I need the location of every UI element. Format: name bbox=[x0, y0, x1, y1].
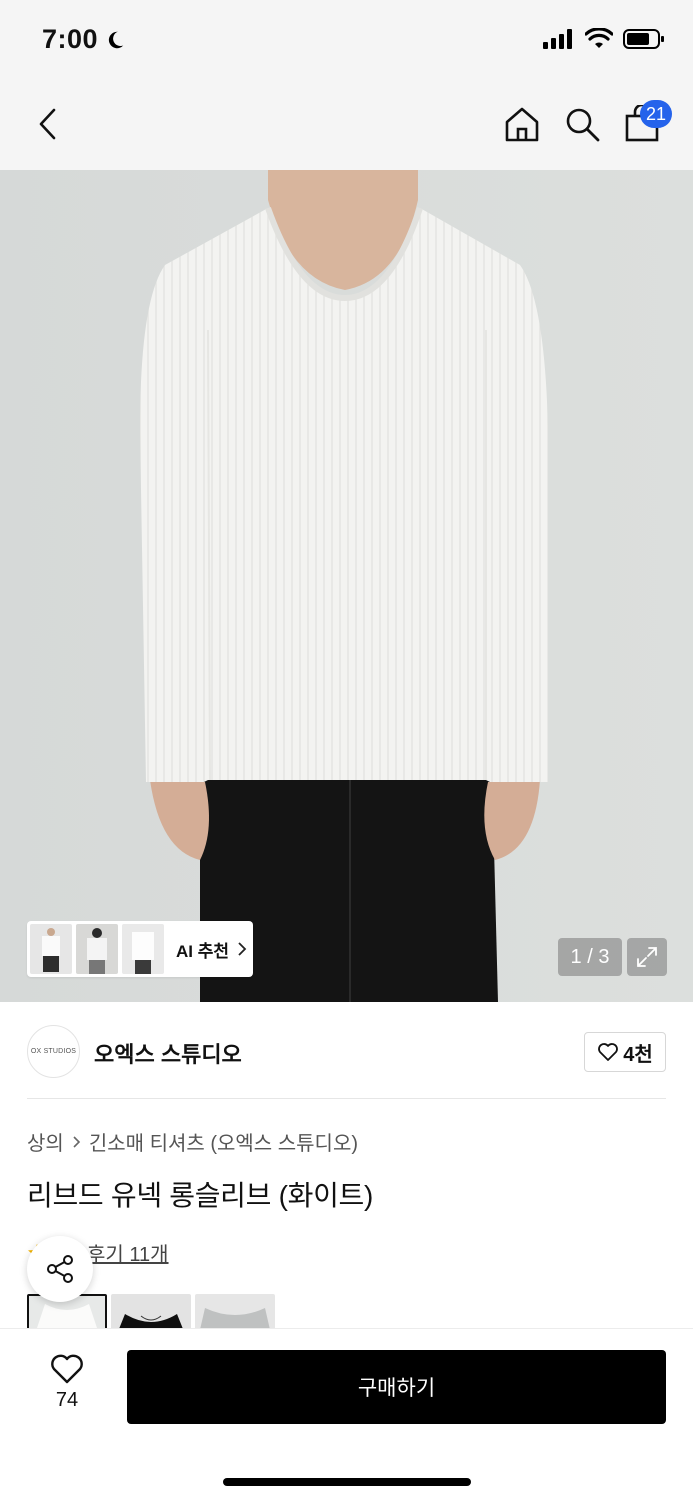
brand-like-button[interactable]: 4천 bbox=[584, 1032, 666, 1072]
chevron-right-icon bbox=[238, 942, 247, 956]
breadcrumb: 상의 긴소매 티셔츠 (오엑스 스튜디오) bbox=[27, 1127, 358, 1156]
share-icon bbox=[47, 1255, 73, 1283]
brand-row[interactable]: OX STUDIOS 오엑스 스튜디오 4천 bbox=[0, 1003, 693, 1099]
expand-image-button[interactable] bbox=[627, 938, 667, 976]
buy-button[interactable]: 구매하기 bbox=[127, 1350, 666, 1424]
cart-count-badge: 21 bbox=[640, 100, 673, 128]
chevron-left-icon bbox=[39, 108, 56, 140]
color-option-gray[interactable] bbox=[195, 1294, 275, 1330]
ai-thumb-2 bbox=[76, 924, 118, 974]
expand-icon bbox=[637, 947, 657, 967]
brand-logo[interactable]: OX STUDIOS bbox=[27, 1025, 80, 1078]
share-button[interactable] bbox=[27, 1236, 93, 1302]
product-image[interactable] bbox=[0, 170, 693, 1002]
heart-icon bbox=[51, 1354, 83, 1384]
search-icon bbox=[566, 108, 600, 142]
product-title: 리브드 유넥 롱슬리브 (화이트) bbox=[27, 1180, 374, 1211]
like-count: 74 bbox=[55, 1389, 79, 1411]
back-button[interactable] bbox=[26, 102, 70, 146]
like-button[interactable]: 74 bbox=[40, 1353, 94, 1412]
image-page-indicator: 1 / 3 bbox=[558, 938, 622, 976]
color-option-black[interactable] bbox=[111, 1294, 191, 1330]
status-icons bbox=[543, 28, 665, 50]
status-time: 7:00 bbox=[42, 24, 126, 55]
brand-name[interactable]: 오엑스 스튜디오 bbox=[94, 1037, 242, 1069]
heart-icon bbox=[598, 1043, 619, 1061]
ai-thumb-3 bbox=[122, 924, 164, 974]
ai-recommend-chip[interactable]: AI 추천 bbox=[27, 921, 253, 977]
signal-icon bbox=[543, 29, 572, 49]
home-icon bbox=[505, 107, 539, 142]
ai-recommend-label: AI 추천 bbox=[176, 941, 230, 961]
battery-icon bbox=[623, 29, 664, 49]
home-button[interactable] bbox=[500, 102, 544, 146]
brand-like-count: 4천 bbox=[623, 1043, 653, 1066]
divider bbox=[27, 1098, 666, 1099]
chevron-right-icon bbox=[73, 1135, 80, 1148]
wifi-icon bbox=[585, 28, 613, 48]
status-time-text: 7:00 bbox=[42, 24, 99, 54]
top-nav bbox=[0, 84, 693, 170]
moon-icon bbox=[108, 31, 124, 48]
ai-thumb-1 bbox=[30, 924, 72, 974]
home-indicator bbox=[223, 1478, 471, 1486]
breadcrumb-category[interactable]: 상의 bbox=[27, 1127, 64, 1156]
breadcrumb-subcategory[interactable]: 긴소매 티셔츠 (오엑스 스튜디오) bbox=[89, 1127, 358, 1156]
product-photo bbox=[0, 170, 693, 1002]
search-button[interactable] bbox=[560, 102, 604, 146]
bottom-action-bar: 74 구매하기 bbox=[0, 1328, 693, 1500]
status-bar: 7:00 bbox=[0, 0, 693, 84]
review-count-link[interactable]: 후기 11개 bbox=[87, 1238, 169, 1267]
